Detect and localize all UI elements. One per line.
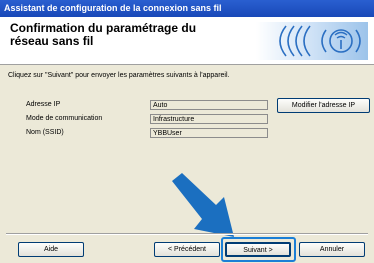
page-title-line1: Confirmation du paramétrage du <box>10 21 197 35</box>
ssid-label: Nom (SSID) <box>26 129 64 136</box>
header-panel: Confirmation du paramétrage du réseau sa… <box>0 17 374 65</box>
communication-mode-label: Mode de communication <box>26 115 103 122</box>
next-button[interactable]: Suivant > <box>225 242 291 257</box>
page-title: Confirmation du paramétrage du réseau sa… <box>10 22 240 48</box>
help-button[interactable]: Aide <box>18 242 84 257</box>
cancel-button[interactable]: Annuler <box>299 242 365 257</box>
ip-address-field: Auto <box>150 100 268 110</box>
instruction-text: Cliquez sur "Suivant" pour envoyer les p… <box>8 72 230 79</box>
ip-address-label: Adresse IP <box>26 101 61 108</box>
wireless-logo-icon <box>256 22 368 60</box>
footer-separator <box>6 233 368 235</box>
window-title: Assistant de configuration de la connexi… <box>0 0 374 17</box>
modify-ip-button[interactable]: Modifier l'adresse IP <box>277 98 370 113</box>
page-title-line2: réseau sans fil <box>10 34 94 48</box>
previous-button[interactable]: < Précédent <box>154 242 220 257</box>
ssid-field: YBBUser <box>150 128 268 138</box>
communication-mode-field: Infrastructure <box>150 114 268 124</box>
